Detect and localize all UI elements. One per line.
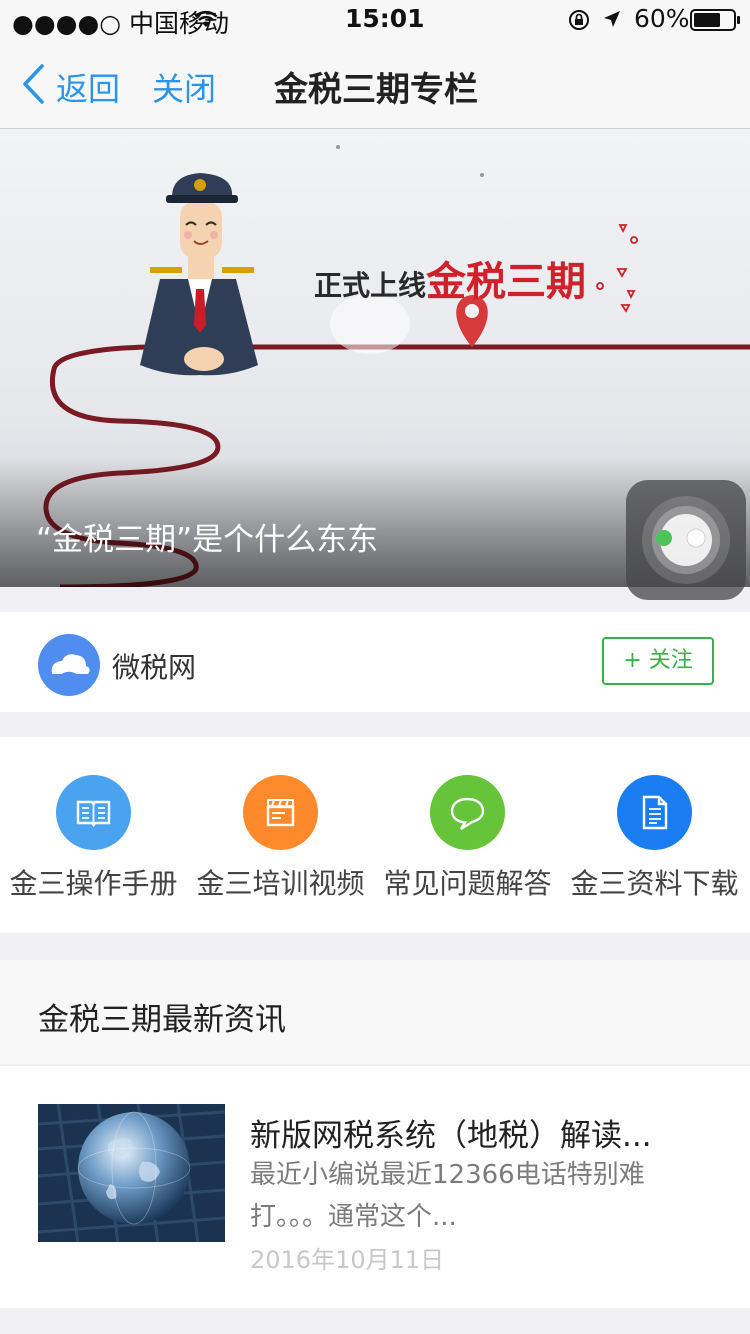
tax-officer-figure [140,173,258,376]
menu-item-faq[interactable]: 常见问题解答 [374,775,561,902]
quick-menu: 金三操作手册 金三培训视频 常见问题解答 金三资料下载 [0,737,750,933]
article-thumbnail [38,1104,225,1242]
news-section-header: 金税三期最新资讯 [0,960,750,1064]
article-title: 新版网税系统（地税）解读... [250,1118,652,1154]
toggle-dots-icon [642,496,730,584]
news-list-item[interactable]: 新版网税系统（地税）解读... 最近小编说最近12366电话特别难打。。。通常这… [0,1066,750,1308]
document-icon [617,775,692,850]
publisher-row: 微税网 + 关注 [0,612,750,712]
clapperboard-icon [243,775,318,850]
page-title: 金税三期专栏 [274,70,478,110]
menu-label: 常见问题解答 [383,867,552,900]
assistive-touch-button[interactable] [626,480,746,600]
menu-label: 金三资料下载 [570,867,739,900]
clock: 15:01 [345,4,425,33]
article-date: 2016年10月11日 [250,1246,445,1274]
menu-item-download[interactable]: 金三资料下载 [561,775,748,902]
chevron-left-icon[interactable] [22,64,44,104]
wifi-icon [194,10,218,27]
slogan-prefix: 正式上线 [314,269,427,302]
menu-item-video[interactable]: 金三培训视频 [187,775,374,902]
menu-label: 金三操作手册 [9,867,178,900]
article-summary: 最近小编说最近12366电话特别难打。。。通常这个... [250,1160,645,1232]
slogan-main: 金税三期 [426,259,587,305]
banner-slogan: 正式上线金税三期 [314,249,586,307]
cloud-logo-icon [51,654,90,679]
navigation-bar: 返回 关闭 金税三期专栏 [0,40,750,129]
menu-item-manual[interactable]: 金三操作手册 [0,775,187,902]
follow-button[interactable]: + 关注 [602,637,714,685]
globe-keyboard-image [38,1104,225,1242]
location-arrow-icon [604,11,620,27]
back-button[interactable]: 返回 [56,64,120,110]
book-icon [56,775,131,850]
close-button[interactable]: 关闭 [152,64,216,110]
chat-bubble-icon [430,775,505,850]
rotation-lock-icon [569,10,589,30]
banner-caption: “金税三期”是个什么东东 [36,522,379,558]
status-bar: ●●●●○ 中国移动 15:01 60% [0,0,750,40]
battery-percent: 60% [634,4,690,33]
avatar[interactable] [38,634,100,696]
publisher-name[interactable]: 微税网 [112,646,196,686]
battery-icon [690,9,740,31]
section-title: 金税三期最新资讯 [38,1002,286,1038]
menu-label: 金三培训视频 [196,867,365,900]
